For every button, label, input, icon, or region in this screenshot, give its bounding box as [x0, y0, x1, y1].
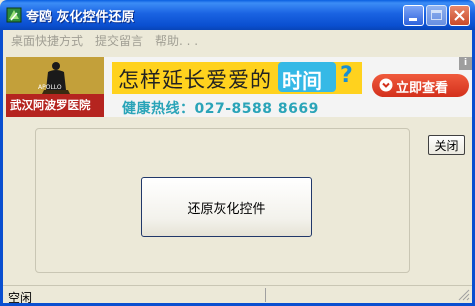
ad-headline-highlight: 时间 [282, 69, 322, 93]
menu-item-desktop-shortcut[interactable]: 桌面快捷方式 [11, 32, 83, 49]
status-bar: 空闲 [3, 285, 472, 305]
window-title: 夸鸥 灰化控件还原 [26, 10, 135, 25]
logo-small-text: APOLLO [38, 84, 62, 91]
app-icon [6, 7, 22, 23]
resize-grip-icon[interactable] [458, 289, 470, 301]
window-frame-left [0, 30, 3, 306]
ad-banner[interactable]: APOLLO 武汉阿波罗医院 怎样延长爱爱的 时间 ? 健康热线：027-858… [6, 57, 472, 117]
ad-info-icon[interactable]: i [459, 57, 472, 70]
app-window: 夸鸥 灰化控件还原 桌面快捷方式 提交留言 帮助. . . APOLLO 武汉阿… [0, 0, 475, 306]
ad-hotline: 健康热线：027-8588 8669 [122, 101, 319, 117]
restore-disabled-controls-button[interactable]: 还原灰化控件 [141, 177, 312, 237]
maximize-button[interactable] [426, 5, 447, 26]
minimize-icon [409, 18, 417, 21]
minimize-button[interactable] [403, 5, 424, 26]
close-window-button[interactable] [449, 5, 470, 26]
logo-hospital-name: 武汉阿波罗医院 [10, 98, 91, 112]
status-cell: 空闲 [5, 288, 265, 305]
title-bar[interactable]: 夸鸥 灰化控件还原 [0, 0, 475, 30]
close-button[interactable]: 关闭 [428, 135, 465, 155]
maximize-icon [431, 10, 442, 20]
chevron-down-icon [379, 78, 393, 92]
hospital-logo: APOLLO 武汉阿波罗医院 [6, 57, 104, 117]
view-now-button[interactable]: 立即查看 [372, 74, 469, 97]
ad-question-mark: ? [340, 63, 353, 88]
status-separator [265, 288, 266, 302]
view-now-label: 立即查看 [396, 81, 449, 96]
ad-headline: 怎样延长爱爱的 [118, 68, 272, 92]
menu-item-help[interactable]: 帮助. . . [155, 32, 198, 49]
close-icon [454, 10, 465, 21]
menu-item-submit-message[interactable]: 提交留言 [95, 32, 143, 49]
menu-bar: 桌面快捷方式 提交留言 帮助. . . [0, 30, 475, 48]
